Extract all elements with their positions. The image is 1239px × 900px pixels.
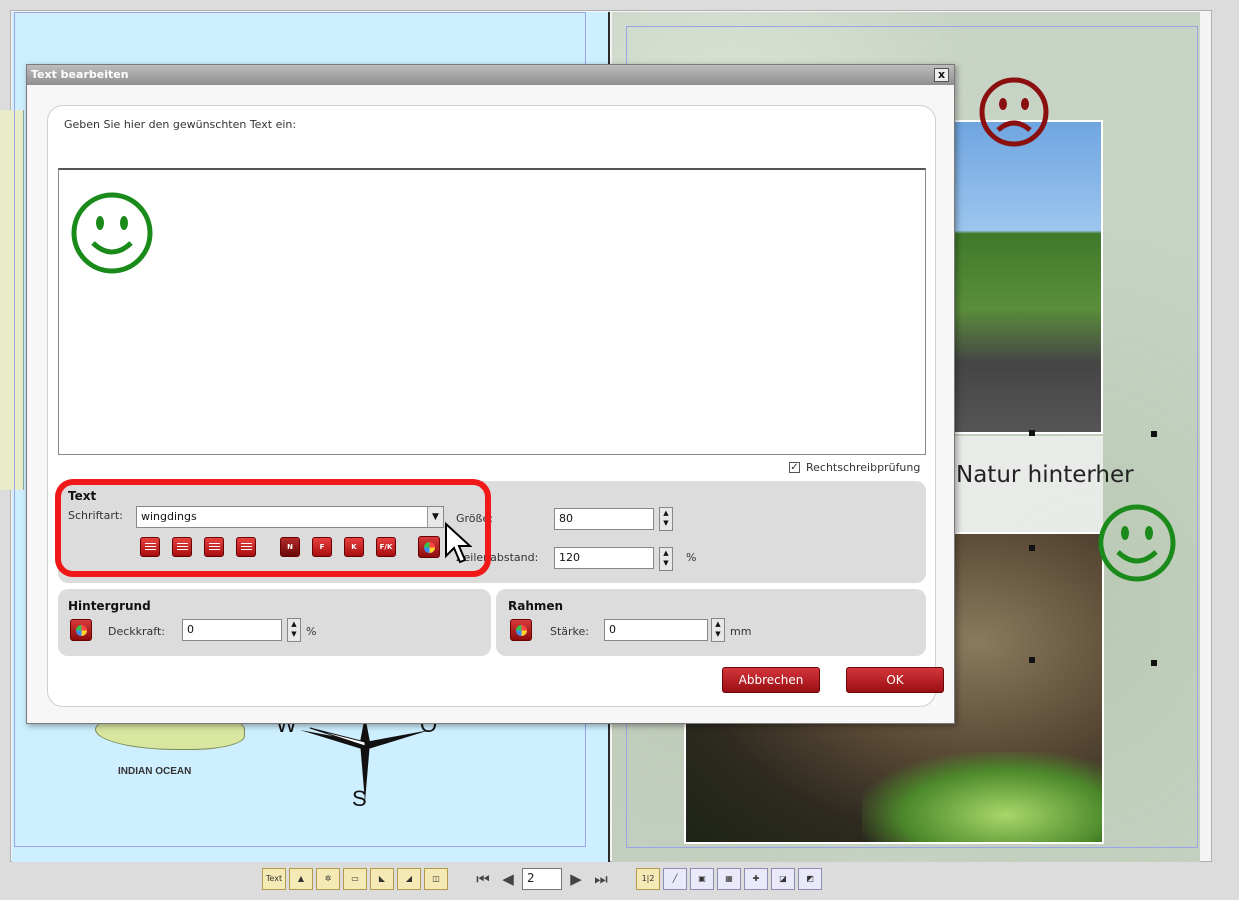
edit-text-dialog: Text bearbeiten x Geben Sie hier den gew… [26, 64, 955, 724]
background-icon[interactable]: ◩ [798, 868, 822, 890]
align-center-button[interactable] [172, 537, 192, 557]
frame-view-icon[interactable]: ▣ [690, 868, 714, 890]
line-spacing-unit: % [686, 551, 697, 564]
chevron-down-icon[interactable]: ▼ [427, 507, 443, 527]
text-settings-group: Text Schriftart: wingdings ▼ Größe: 80 ▲… [58, 481, 926, 583]
strength-label: Stärke: [550, 625, 590, 638]
align-justify-button[interactable] [236, 537, 256, 557]
dialog-title: Text bearbeiten [31, 68, 129, 81]
resize-handle[interactable] [1151, 660, 1157, 666]
opacity-input[interactable]: 0 [182, 619, 282, 641]
frame-group-title: Rahmen [508, 599, 564, 613]
spellcheck-label: Rechtschreibprüfung [806, 461, 921, 474]
settings-gear-icon[interactable]: ✲ [316, 868, 340, 890]
bring-forward-icon[interactable]: ◣ [370, 868, 394, 890]
line-spacing-input[interactable]: 120 [554, 547, 654, 569]
cancel-button[interactable]: Abbrechen [722, 667, 820, 693]
close-button[interactable]: x [934, 68, 949, 82]
add-text-button[interactable]: Text [262, 868, 286, 890]
page-number-input[interactable]: 2 [522, 868, 562, 890]
spellcheck-checkbox[interactable]: ✓ [789, 462, 800, 473]
size-input[interactable]: 80 [554, 508, 654, 530]
smiley-face-icon[interactable] [1096, 502, 1178, 584]
resize-handle[interactable] [1029, 657, 1035, 663]
ocean-label: INDIAN OCEAN [118, 766, 192, 777]
previous-page-icon[interactable]: ◀ [497, 868, 519, 890]
style-normal-button[interactable]: N [280, 537, 300, 557]
add-image-icon[interactable]: ▲ [289, 868, 313, 890]
text-color-button[interactable] [418, 536, 440, 558]
mouse-cursor-icon [445, 522, 472, 564]
trash-icon[interactable]: ◫ [424, 868, 448, 890]
frame-color-button[interactable] [510, 619, 532, 641]
font-select[interactable]: wingdings ▼ [136, 506, 444, 528]
size-spinner[interactable]: ▲ ▼ [659, 507, 673, 531]
two-page-view-button[interactable]: 1|2 [636, 868, 660, 890]
grid-icon[interactable]: ▦ [717, 868, 741, 890]
font-select-value: wingdings [141, 510, 197, 523]
send-backward-icon[interactable]: ◢ [397, 868, 421, 890]
right-scrollbar-area [1212, 10, 1239, 862]
no-diagonal-icon[interactable]: ╱ [663, 868, 687, 890]
resize-handle[interactable] [1029, 545, 1035, 551]
frame-settings-group: Rahmen Stärke: 0 ▲ ▼ mm [496, 589, 926, 656]
style-italic-button[interactable]: K [344, 537, 364, 557]
line-spacing-spinner[interactable]: ▲ ▼ [659, 547, 673, 571]
layer-icon[interactable]: ▭ [343, 868, 367, 890]
text-group-title: Text [68, 489, 97, 503]
style-bold-button[interactable]: F [312, 537, 332, 557]
first-page-icon[interactable]: ⏮ [472, 868, 494, 890]
strength-spinner[interactable]: ▲ ▼ [711, 618, 725, 642]
resize-handle[interactable] [1029, 430, 1035, 436]
shadow-icon[interactable]: ◪ [771, 868, 795, 890]
strength-input[interactable]: 0 [604, 619, 708, 641]
smiley-face-icon [71, 192, 153, 274]
background-color-button[interactable] [70, 619, 92, 641]
last-page-icon[interactable]: ⏭ [590, 868, 612, 890]
text-editor-area[interactable] [58, 168, 926, 455]
dialog-title-bar[interactable]: Text bearbeiten x [27, 65, 954, 85]
compass-south-label: S [352, 786, 367, 811]
font-label: Schriftart: [68, 509, 123, 522]
align-left-button[interactable] [140, 537, 160, 557]
dialog-content-panel: Geben Sie hier den gewünschten Text ein:… [47, 105, 944, 707]
opacity-spinner[interactable]: ▲ ▼ [287, 618, 301, 642]
strength-unit: mm [730, 625, 752, 638]
photo-road[interactable] [953, 120, 1103, 434]
background-settings-group: Hintergrund Deckkraft: 0 ▲ ▼ % [58, 589, 491, 656]
background-group-title: Hintergrund [68, 599, 151, 613]
style-bold-italic-button[interactable]: F/K [376, 537, 396, 557]
align-right-button[interactable] [204, 537, 224, 557]
next-page-icon[interactable]: ▶ [565, 868, 587, 890]
text-prompt-label: Geben Sie hier den gewünschten Text ein: [64, 118, 297, 131]
bottom-toolbar: Text ▲ ✲ ▭ ◣ ◢ ◫ ⏮ ◀ 2 ▶ ⏭ 1|2 ╱ ▣ ▦ ✚ ◪… [262, 866, 822, 892]
spellcheck-option[interactable]: ✓ Rechtschreibprüfung [789, 461, 920, 474]
opacity-unit: % [306, 625, 317, 638]
page-caption[interactable]: Natur hinterher [956, 462, 1134, 488]
opacity-label: Deckkraft: [108, 625, 165, 638]
ok-button[interactable]: OK [846, 667, 944, 693]
resize-handle[interactable] [1151, 431, 1157, 437]
sad-face-icon[interactable] [978, 76, 1050, 148]
crosshair-icon[interactable]: ✚ [744, 868, 768, 890]
